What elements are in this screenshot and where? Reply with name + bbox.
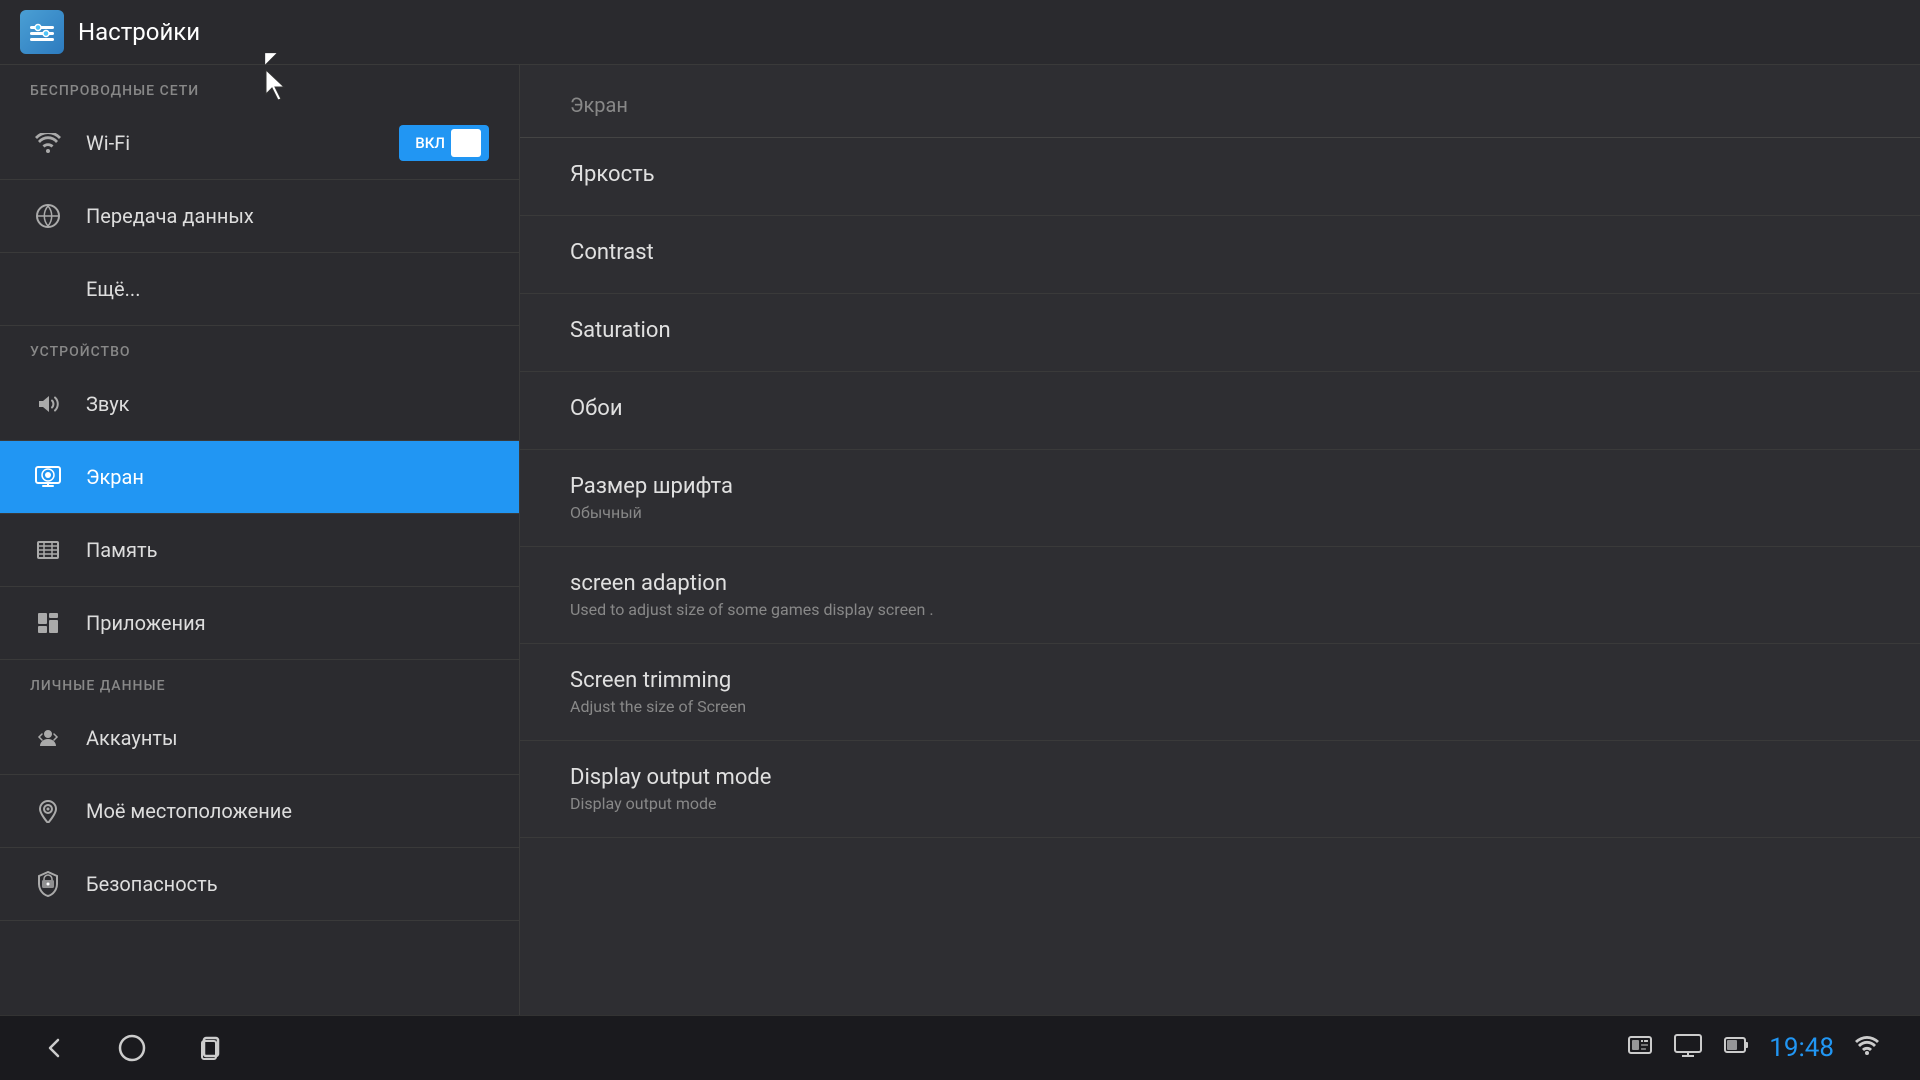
screen-adaption-title: screen adaption <box>570 571 1870 596</box>
saturation-title: Saturation <box>570 318 1870 343</box>
setting-contrast[interactable]: Contrast <box>520 216 1920 294</box>
setting-screen-adaption[interactable]: screen adaption Used to adjust size of s… <box>520 547 1920 644</box>
font-size-title: Размер шрифта <box>570 474 1870 499</box>
sidebar-item-security[interactable]: Безопасность <box>0 848 519 921</box>
sidebar-item-more[interactable]: Ещё... <box>0 253 519 326</box>
screen-trimming-title: Screen trimming <box>570 668 1870 693</box>
data-label: Передача данных <box>86 204 254 228</box>
setting-display-output[interactable]: Display output mode Display output mode <box>520 741 1920 838</box>
main-content: БЕСПРОВОДНЫЕ СЕТИ Wi-Fi ВКЛ <box>0 65 1920 1015</box>
wifi-icon <box>30 125 66 161</box>
display-status-icon <box>1673 1033 1703 1063</box>
top-bar: Настройки <box>0 0 1920 65</box>
sidebar-item-screen[interactable]: Экран <box>0 441 519 514</box>
screen-adaption-subtitle: Used to adjust size of some games displa… <box>570 600 1870 619</box>
screen-label: Экран <box>86 465 144 489</box>
location-label: Моё местоположение <box>86 799 292 823</box>
bottom-bar: 19:48 <box>0 1015 1920 1080</box>
app-icon <box>20 10 64 54</box>
time-display: 19:48 <box>1769 1033 1834 1063</box>
screen-trimming-subtitle: Adjust the size of Screen <box>570 697 1870 716</box>
display-output-title: Display output mode <box>570 765 1870 790</box>
sound-label: Звук <box>86 392 129 416</box>
sidebar-item-memory[interactable]: Память <box>0 514 519 587</box>
app-title: Настройки <box>78 18 200 46</box>
sidebar-item-sound[interactable]: Звук <box>0 368 519 441</box>
data-icon <box>30 198 66 234</box>
sidebar-item-apps[interactable]: Приложения <box>0 587 519 660</box>
display-output-subtitle: Display output mode <box>570 794 1870 813</box>
security-label: Безопасность <box>86 872 218 896</box>
sidebar: БЕСПРОВОДНЫЕ СЕТИ Wi-Fi ВКЛ <box>0 65 520 1015</box>
brightness-title: Яркость <box>570 162 1870 187</box>
back-button[interactable] <box>40 1034 68 1062</box>
setting-brightness[interactable]: Яркость <box>520 138 1920 216</box>
accounts-label: Аккаунты <box>86 726 178 750</box>
setting-screen-trimming[interactable]: Screen trimming Adjust the size of Scree… <box>520 644 1920 741</box>
sidebar-item-location[interactable]: Моё местоположение <box>0 775 519 848</box>
section-header-wireless: БЕСПРОВОДНЫЕ СЕТИ <box>0 65 519 107</box>
screen-icon <box>30 459 66 495</box>
security-icon <box>30 866 66 902</box>
more-label: Ещё... <box>86 277 140 301</box>
home-button[interactable] <box>118 1034 146 1062</box>
sound-icon <box>30 386 66 422</box>
sidebar-item-wifi[interactable]: Wi-Fi ВКЛ <box>0 107 519 180</box>
toggle-knob <box>451 129 481 157</box>
setting-wallpaper[interactable]: Обои <box>520 372 1920 450</box>
apps-icon <box>30 605 66 641</box>
wifi-label: Wi-Fi <box>86 131 130 155</box>
toggle-label: ВКЛ <box>415 134 445 152</box>
memory-icon <box>30 532 66 568</box>
sidebar-item-accounts[interactable]: Аккаунты <box>0 702 519 775</box>
wifi-status-icon <box>1854 1034 1880 1062</box>
setting-saturation[interactable]: Saturation <box>520 294 1920 372</box>
storage-icon <box>1627 1033 1653 1063</box>
accounts-icon <box>30 720 66 756</box>
sidebar-item-data[interactable]: Передача данных <box>0 180 519 253</box>
contrast-title: Contrast <box>570 240 1870 265</box>
panel-title: Экран <box>520 65 1920 138</box>
right-panel: Экран Яркость Contrast Saturation Обои Р… <box>520 65 1920 1015</box>
recents-button[interactable] <box>196 1034 224 1062</box>
status-bar: 19:48 <box>1627 1033 1880 1063</box>
toggle-switch[interactable]: ВКЛ <box>399 125 489 161</box>
font-size-subtitle: Обычный <box>570 503 1870 522</box>
wifi-toggle[interactable]: ВКЛ <box>399 125 489 161</box>
nav-buttons <box>40 1034 224 1062</box>
section-header-device: УСТРОЙСТВО <box>0 326 519 368</box>
wallpaper-title: Обои <box>570 396 1870 421</box>
battery-icon <box>1723 1033 1749 1063</box>
more-icon <box>30 271 66 307</box>
memory-label: Память <box>86 538 157 562</box>
setting-font-size[interactable]: Размер шрифта Обычный <box>520 450 1920 547</box>
apps-label: Приложения <box>86 611 206 635</box>
location-icon <box>30 793 66 829</box>
section-header-personal: ЛИЧНЫЕ ДАННЫЕ <box>0 660 519 702</box>
